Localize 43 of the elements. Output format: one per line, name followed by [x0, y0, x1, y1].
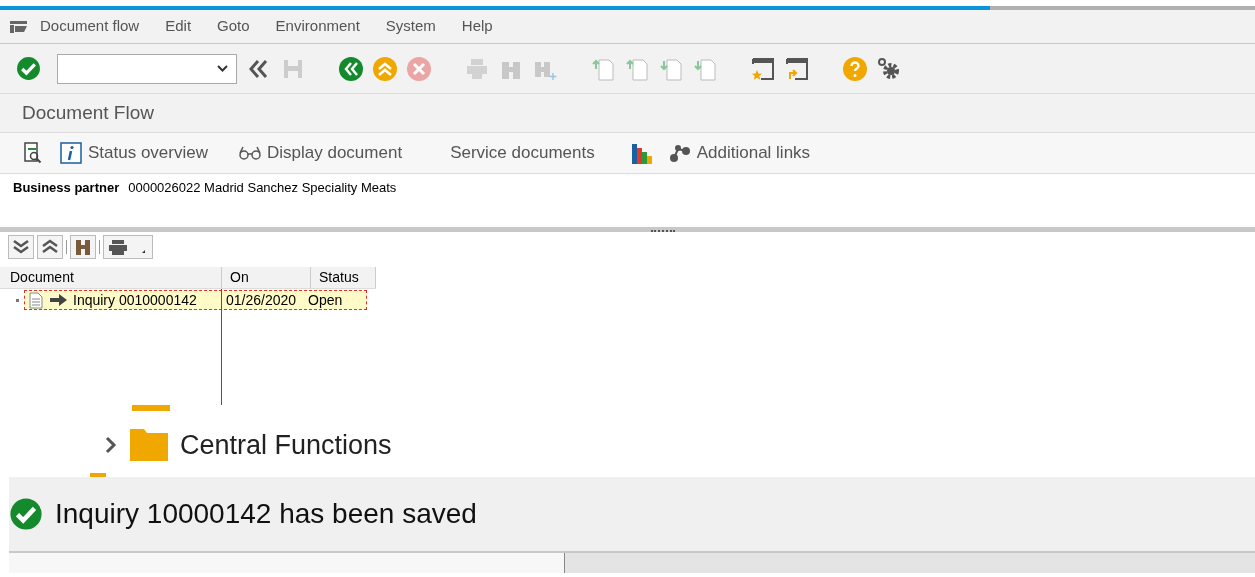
additional-links-button[interactable]: Additional links: [668, 140, 811, 166]
field-label: Business partner: [13, 179, 120, 197]
status-overview-button[interactable]: Status overview: [60, 140, 208, 166]
table-cell-text: Open: [308, 290, 344, 310]
links-icon: [668, 143, 691, 163]
document-search-icon[interactable]: [22, 141, 42, 165]
menu-item[interactable]: Environment: [275, 15, 360, 38]
field-value: 0000026022 Madrid Sanchez Speciality Meats: [128, 179, 397, 197]
chevron-down-icon: [217, 65, 228, 72]
expand-chevron-icon[interactable]: [104, 436, 118, 454]
command-field[interactable]: [57, 53, 237, 84]
screen-title: Document Flow: [22, 100, 154, 125]
table-cell: 01/26/2020: [221, 289, 308, 311]
menu-item[interactable]: Edit: [165, 15, 192, 38]
success-icon: [9, 497, 43, 531]
display-document-button[interactable]: Display document: [238, 140, 403, 166]
document-icon: [28, 291, 44, 309]
back-icon[interactable]: [339, 56, 363, 81]
bar-chart-icon[interactable]: [630, 142, 653, 164]
table-row[interactable]: Inquiry 0010000142 01/26/2020 Open: [24, 290, 367, 310]
menu-icon[interactable]: [10, 20, 27, 33]
glasses-icon: [238, 146, 262, 160]
menu-item[interactable]: Help: [461, 15, 493, 38]
arrow-right-icon: [50, 294, 67, 306]
column-header[interactable]: On: [222, 267, 311, 288]
service-documents-button[interactable]: Service documents: [450, 140, 595, 166]
print-menu-icon[interactable]: [103, 235, 153, 259]
menu-item[interactable]: Document flow: [40, 15, 140, 38]
folder-icon: [130, 429, 168, 461]
window-arrow-icon[interactable]: [785, 56, 809, 81]
menu-item[interactable]: Goto: [217, 15, 250, 38]
column-header[interactable]: Status: [311, 267, 376, 288]
tree-item[interactable]: Central Functions: [180, 424, 392, 466]
info-icon: [60, 142, 82, 164]
binoculars-icon[interactable]: [70, 235, 96, 259]
collapse-all-icon[interactable]: [37, 235, 63, 259]
column-header[interactable]: Document: [0, 267, 222, 288]
settings-icon[interactable]: [877, 56, 901, 81]
expand-all-icon[interactable]: [8, 235, 34, 259]
window-star-icon[interactable]: [751, 56, 775, 81]
table-cell-text: Inquiry 0010000142: [73, 290, 198, 310]
status-message: Inquiry 10000142 has been saved: [55, 497, 477, 531]
menu-item[interactable]: System: [385, 15, 436, 38]
